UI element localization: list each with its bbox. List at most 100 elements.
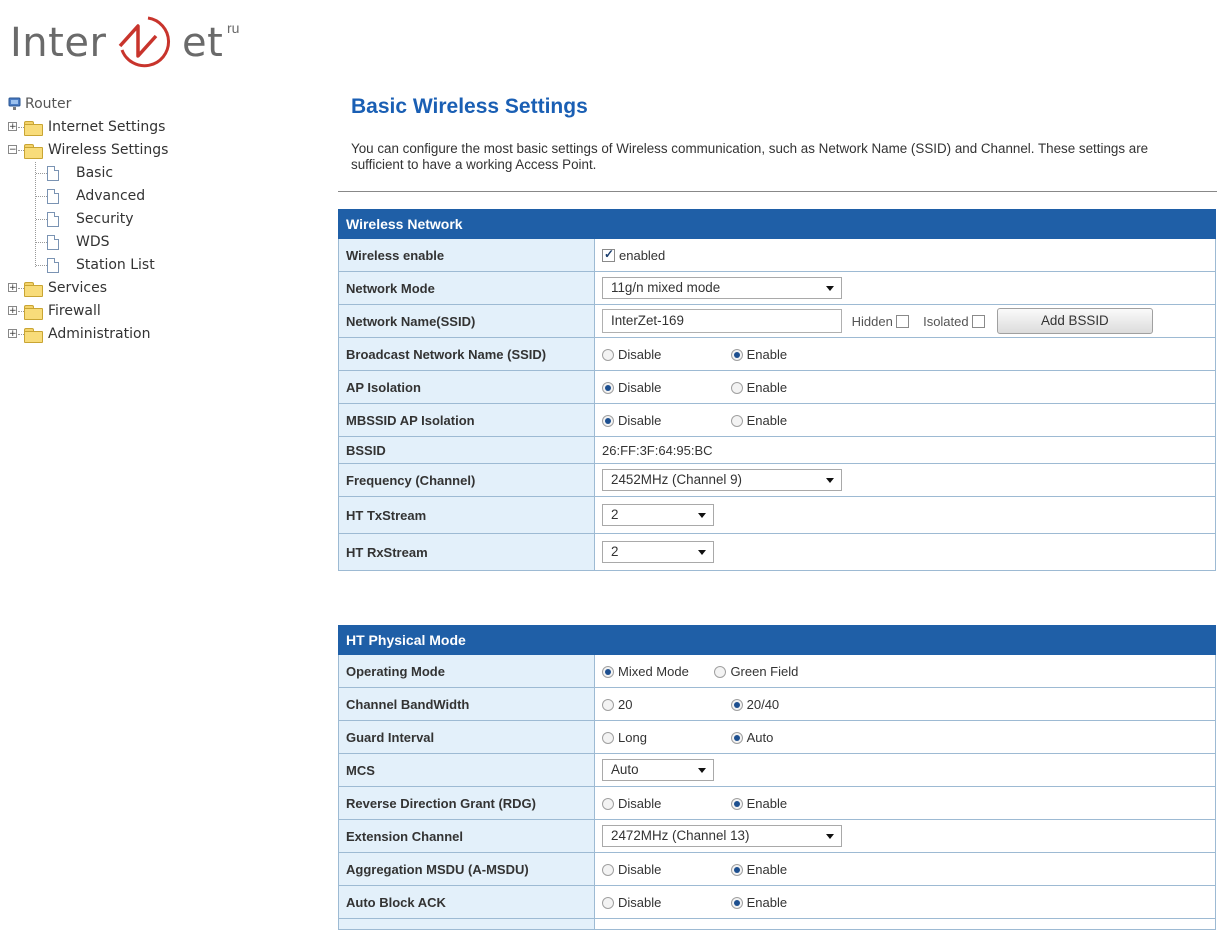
radio-label: Auto <box>746 730 774 746</box>
field-label: BSSID <box>338 436 595 464</box>
field-label: MBSSID AP Isolation <box>338 403 595 437</box>
radio-label: Enable <box>746 895 788 911</box>
logo-emblem-icon <box>118 16 170 68</box>
rx-stream-select[interactable]: 2 <box>602 541 714 563</box>
tree-item-advanced[interactable]: Advanced <box>8 185 145 208</box>
field-label: Reverse Direction Grant (RDG) <box>338 786 595 820</box>
logo-text-right: et <box>182 20 224 66</box>
isolated-checkbox[interactable] <box>972 314 986 328</box>
network-mode-select[interactable]: 11g/n mixed mode <box>602 277 842 299</box>
ap-isolation-disable-radio[interactable] <box>602 381 614 394</box>
frequency-select[interactable]: 2452MHz (Channel 9) <box>602 469 842 491</box>
mbssid-isolation-enable-radio[interactable] <box>730 414 743 427</box>
radio-label: Disable <box>618 347 662 363</box>
field-label: Extension Channel <box>338 819 595 853</box>
chevron-down-icon <box>698 550 706 555</box>
radio-label: Green Field <box>730 664 799 680</box>
field-label: AP Isolation <box>338 370 595 404</box>
tree-label-wireless-settings: Wireless Settings <box>48 142 169 158</box>
select-value: 2 <box>611 544 619 559</box>
radio-label: Disable <box>618 380 662 396</box>
field-label: Broadcast Network Name (SSID) <box>338 337 595 371</box>
field-label: Frequency (Channel) <box>338 463 595 497</box>
tree-item-station-list[interactable]: Station List <box>8 254 155 277</box>
radio-label: Long <box>618 730 647 746</box>
expand-icon[interactable]: + <box>8 283 17 293</box>
folder-icon <box>24 328 43 343</box>
broadcast-enable-radio[interactable] <box>730 348 743 361</box>
page-description: You can configure the most basic setting… <box>351 141 1149 172</box>
broadcast-disable-radio[interactable] <box>602 348 614 361</box>
select-value: Auto <box>611 762 639 777</box>
tree-label-advanced: Advanced <box>76 188 146 204</box>
wireless-children: Basic Advanced Security WDS Station List <box>8 162 155 277</box>
tree-label-security: Security <box>76 211 134 227</box>
table-row-partial <box>338 918 595 930</box>
field-label: Wireless enable <box>338 238 595 272</box>
ssid-input[interactable]: InterZet-169 <box>602 309 842 333</box>
tree-item-services[interactable]: + Services <box>8 277 107 300</box>
auto-block-ack-disable-radio[interactable] <box>602 896 614 909</box>
radio-label: 20/40 <box>746 697 780 713</box>
interzet-logo: Inter et ru <box>10 8 270 68</box>
guard-auto-radio[interactable] <box>730 731 743 744</box>
tree-item-router[interactable]: Router <box>8 93 71 116</box>
field-label: Operating Mode <box>338 654 595 688</box>
tree-item-administration[interactable]: + Administration <box>8 323 150 346</box>
amsdu-disable-radio[interactable] <box>602 863 614 876</box>
folder-icon <box>24 121 43 136</box>
expand-icon[interactable]: + <box>8 122 17 132</box>
radio-label: Disable <box>618 895 662 911</box>
tree-item-wireless-settings[interactable]: − Wireless Settings <box>8 139 168 162</box>
auto-block-ack-enable-radio[interactable] <box>730 896 743 909</box>
field-label: Auto Block ACK <box>338 885 595 919</box>
bandwidth-20-radio[interactable] <box>602 698 614 711</box>
chevron-down-icon <box>826 478 834 483</box>
mbssid-isolation-disable-radio[interactable] <box>602 414 614 427</box>
amsdu-enable-radio[interactable] <box>730 863 743 876</box>
hidden-label: Hidden <box>851 313 893 329</box>
page-icon <box>47 235 59 250</box>
tx-stream-select[interactable]: 2 <box>602 504 714 526</box>
radio-label: Enable <box>746 347 788 363</box>
select-value: 2452MHz (Channel 9) <box>611 472 742 487</box>
tree-label-router: Router <box>25 96 72 112</box>
tree-label-station-list: Station List <box>76 257 155 273</box>
section-header: Wireless Network <box>338 209 1216 239</box>
section-header: HT Physical Mode <box>338 625 1216 655</box>
tree-item-firewall[interactable]: + Firewall <box>8 300 101 323</box>
mixed-mode-radio[interactable] <box>602 665 614 678</box>
add-bssid-button[interactable]: Add BSSID <box>996 308 1153 334</box>
rdg-disable-radio[interactable] <box>602 797 614 810</box>
tree-label-services: Services <box>48 280 108 296</box>
field-label: Channel BandWidth <box>338 687 595 721</box>
tree-item-internet-settings[interactable]: + Internet Settings <box>8 116 165 139</box>
mcs-select[interactable]: Auto <box>602 759 714 781</box>
rdg-enable-radio[interactable] <box>730 797 743 810</box>
collapse-icon[interactable]: − <box>8 145 17 155</box>
expand-icon[interactable]: + <box>8 306 17 316</box>
chevron-down-icon <box>698 513 706 518</box>
folder-icon <box>24 282 43 297</box>
page-icon <box>47 166 59 181</box>
hidden-checkbox[interactable] <box>896 314 910 328</box>
logo-superscript: ru <box>227 20 240 36</box>
wireless-network-table: Wireless Network Wireless enable enabled… <box>338 209 1216 571</box>
radio-label: Disable <box>618 796 662 812</box>
page-icon <box>47 258 59 273</box>
bandwidth-20-40-radio[interactable] <box>730 698 743 711</box>
tree-item-basic[interactable]: Basic <box>8 162 113 185</box>
chevron-down-icon <box>826 286 834 291</box>
expand-icon[interactable]: + <box>8 329 17 339</box>
extension-channel-select[interactable]: 2472MHz (Channel 13) <box>602 825 842 847</box>
field-label: HT RxStream <box>338 533 595 571</box>
tree-item-security[interactable]: Security <box>8 208 134 231</box>
tree-item-wds[interactable]: WDS <box>8 231 110 254</box>
ap-isolation-enable-radio[interactable] <box>730 381 743 394</box>
wireless-enable-checkbox[interactable] <box>602 247 615 263</box>
tree-label-internet-settings: Internet Settings <box>48 119 166 135</box>
guard-long-radio[interactable] <box>602 731 614 744</box>
green-field-radio[interactable] <box>714 665 727 678</box>
field-label: HT TxStream <box>338 496 595 534</box>
radio-label: Mixed Mode <box>618 664 689 680</box>
